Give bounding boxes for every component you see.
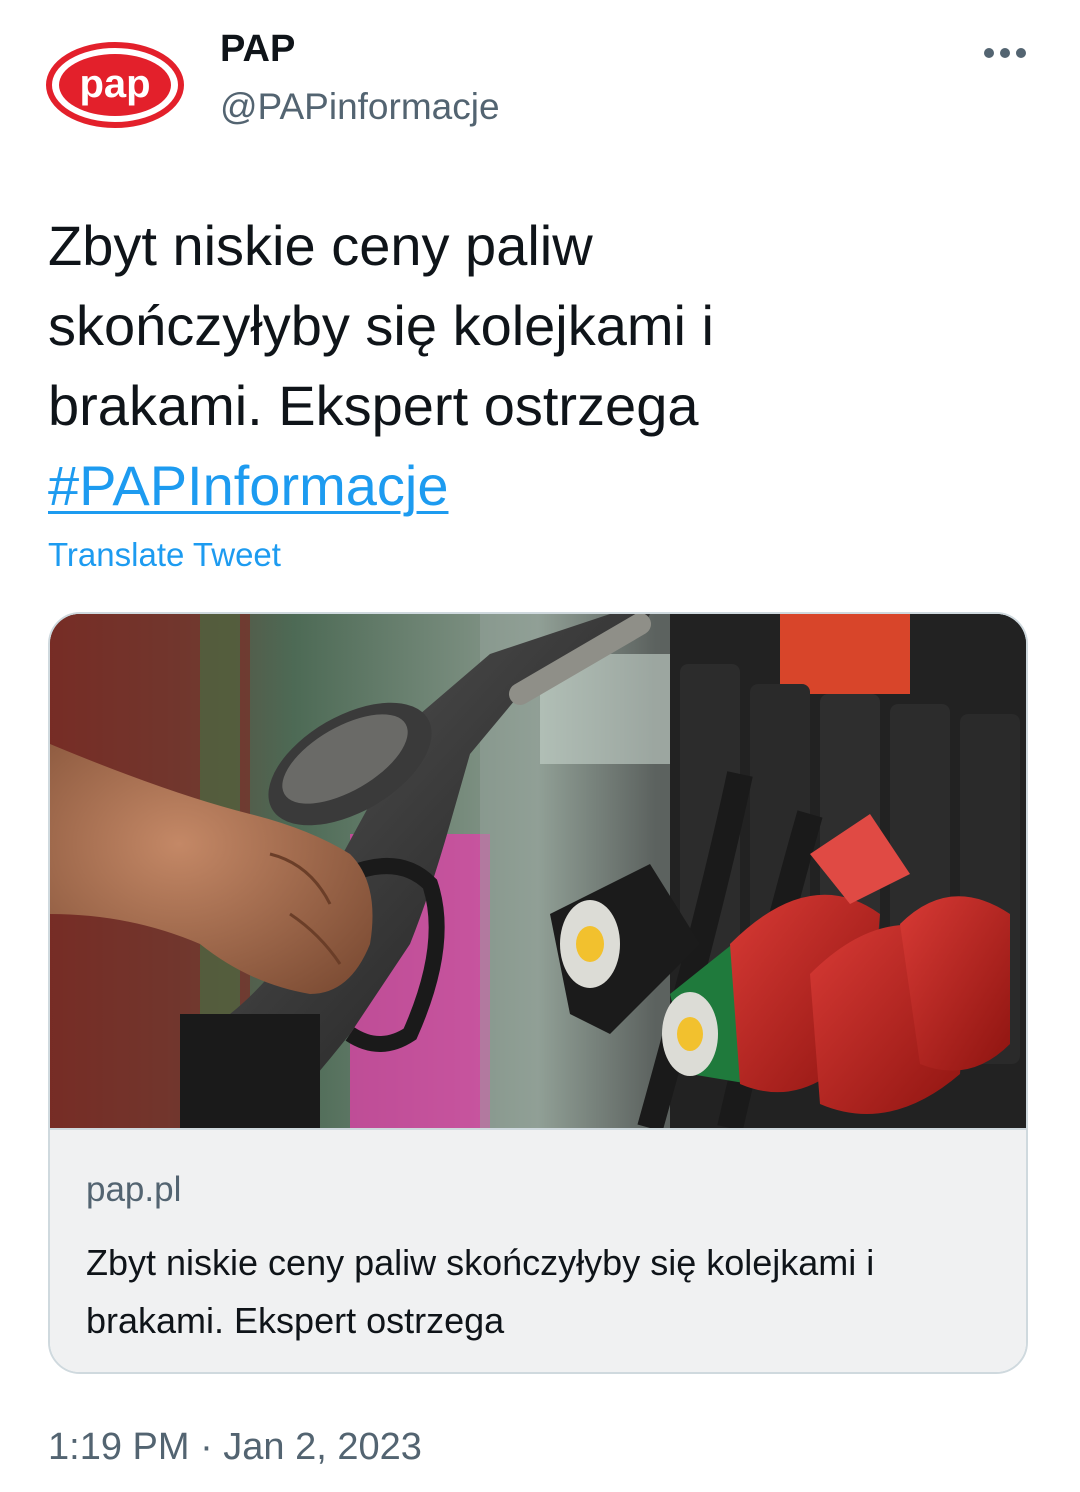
translate-tweet-link[interactable]: Translate Tweet <box>48 536 281 574</box>
tweet-text: Zbyt niskie ceny paliw skończyłyby się k… <box>48 206 1038 526</box>
tweet-text-line: Zbyt niskie ceny paliw <box>48 214 593 277</box>
tweet-text-line: brakami. Ekspert ostrzega <box>48 374 699 437</box>
more-options-button[interactable] <box>972 30 1038 76</box>
card-title: Zbyt niskie ceny paliw skończyłyby się k… <box>86 1242 875 1341</box>
card-footer: pap.pl Zbyt niskie ceny paliw skończyłyb… <box>50 1128 1026 1372</box>
tweet-container: pap PAP @PAPinformacje Zbyt niskie ceny … <box>0 0 1080 1492</box>
link-preview-card[interactable]: pap.pl Zbyt niskie ceny paliw skończyłyb… <box>48 612 1028 1374</box>
more-horizontal-icon <box>984 48 1026 58</box>
pap-logo: pap <box>46 42 184 128</box>
card-domain: pap.pl <box>86 1170 182 1209</box>
author-handle[interactable]: @PAPinformacje <box>220 86 500 128</box>
fuel-pump-photo <box>50 614 1026 1128</box>
logo-text: pap <box>79 62 150 106</box>
tweet-text-line: skończyłyby się kolejkami i <box>48 294 714 357</box>
tweet-timestamp[interactable]: 1:19 PM · Jan 2, 2023 <box>48 1426 422 1469</box>
avatar[interactable]: pap <box>40 30 190 140</box>
author-name[interactable]: PAP <box>220 28 295 71</box>
hashtag-link[interactable]: #PAPInformacje <box>48 454 448 517</box>
card-image <box>50 614 1026 1128</box>
